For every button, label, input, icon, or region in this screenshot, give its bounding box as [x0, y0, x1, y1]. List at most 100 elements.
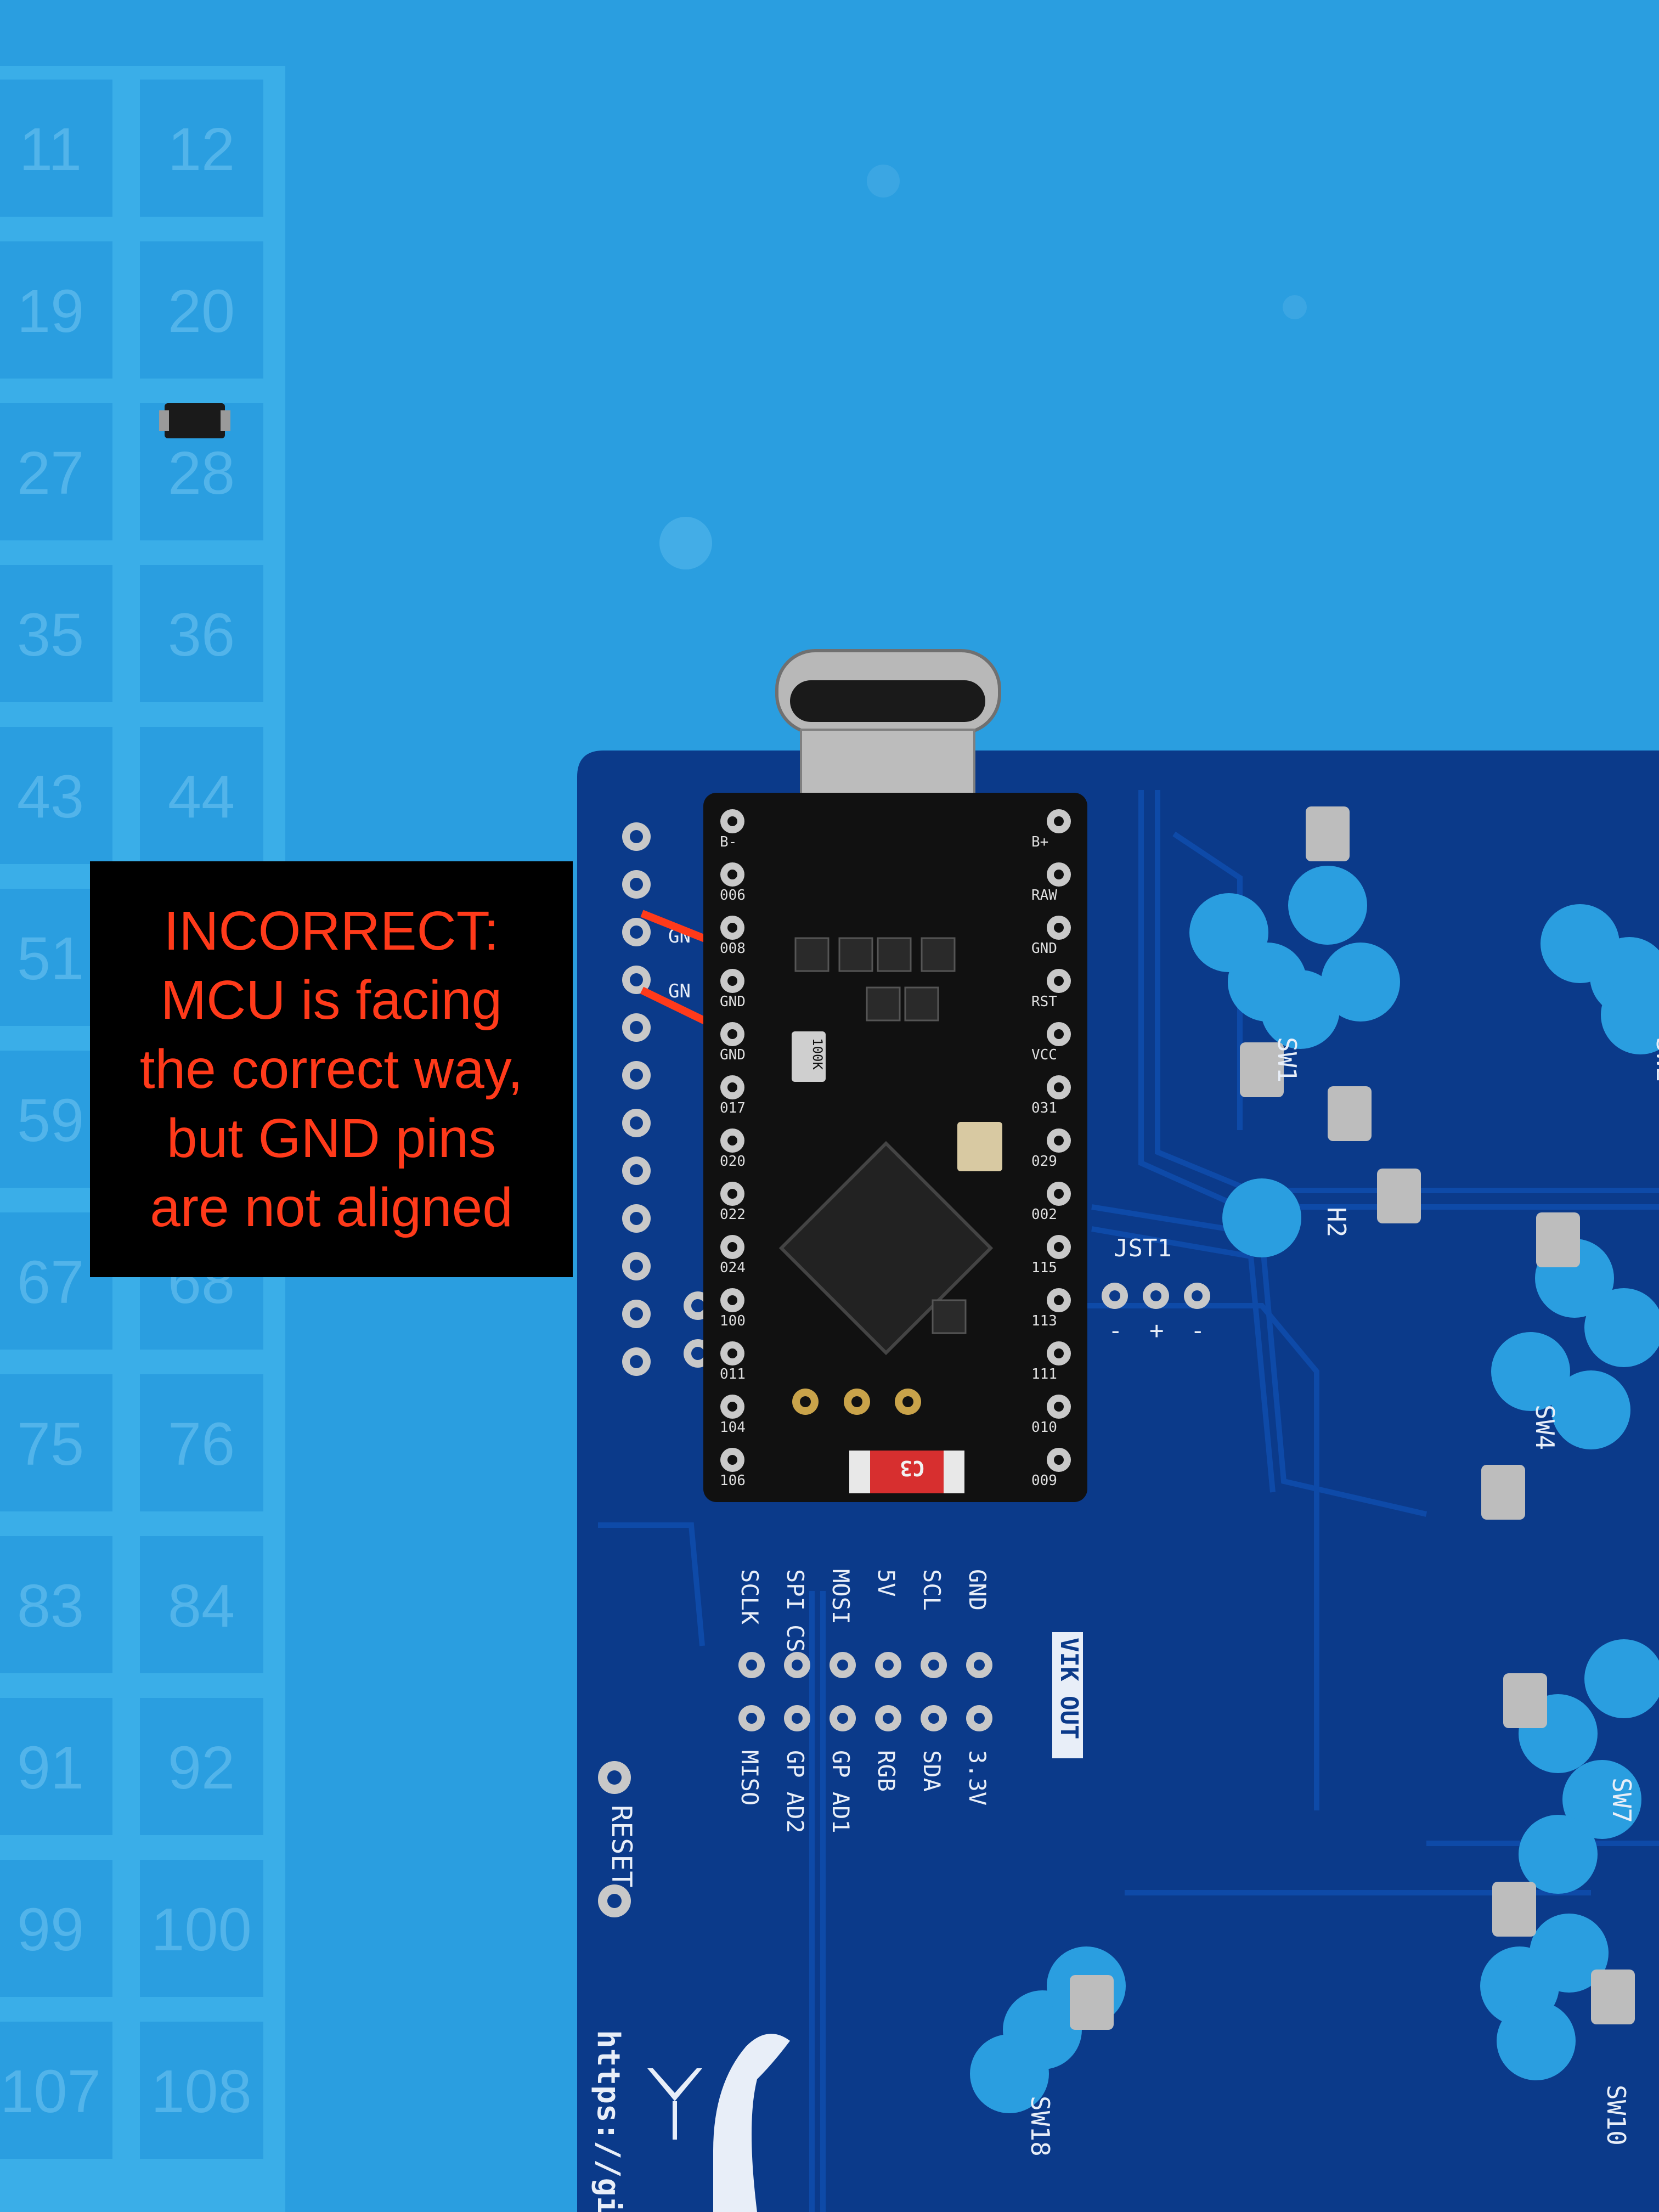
- grid-cell-number: 75: [17, 1410, 84, 1478]
- mcu-pin-label: 008: [720, 940, 746, 957]
- mat-speck: [867, 165, 900, 198]
- vik-pin-label: SCLK: [736, 1569, 763, 1625]
- annotation-callout: INCORRECT: MCU is facing the correct way…: [90, 861, 573, 1277]
- crystal: [957, 1122, 1002, 1171]
- grid-cell-number: 35: [17, 601, 84, 669]
- mcu-pin-label: 031: [1031, 1100, 1057, 1116]
- grid-cell-number: 76: [168, 1410, 235, 1478]
- jst-pin-label: +: [1149, 1317, 1164, 1345]
- switch-hole: [1491, 1332, 1570, 1411]
- callout-line: INCORRECT:: [163, 900, 499, 962]
- switch-label: SW18: [1025, 2096, 1055, 2157]
- loose-smd-diode: [159, 403, 230, 438]
- switch-pad: [1492, 1882, 1536, 1937]
- vik-pin-label: GP AD2: [782, 1750, 809, 1833]
- switch-pad: [1328, 1086, 1372, 1141]
- mcu-pin-label: 115: [1031, 1260, 1057, 1276]
- grid-cell-number: 99: [17, 1896, 84, 1963]
- grid-cell-number: 28: [168, 439, 235, 507]
- grid-cell-number: 19: [17, 278, 84, 345]
- switch-label: SW7: [1607, 1778, 1637, 1823]
- switch-pad: [1503, 1673, 1547, 1728]
- grid-cell-number: 91: [17, 1734, 84, 1802]
- switch-label: SW2: [1651, 1037, 1659, 1082]
- grid-cell-number: 84: [168, 1572, 235, 1640]
- mcu-pcb-body: [703, 793, 1087, 1502]
- grid-cell-number: 51: [17, 925, 84, 992]
- switch-pad: [1591, 1970, 1635, 2024]
- mcu-pin-label: 006: [720, 887, 746, 904]
- resistor-label: 100K: [810, 1038, 825, 1070]
- reset-label: RESET: [606, 1805, 637, 1888]
- vik-pin-label: SCL: [918, 1569, 945, 1611]
- vik-pin-label: SDA: [918, 1750, 945, 1792]
- mcu-pin-label: 011: [720, 1366, 746, 1383]
- switch-pad: [1377, 1169, 1421, 1223]
- vik-pin-label: MISO: [736, 1750, 763, 1805]
- grid-cell-number: 59: [17, 1087, 84, 1154]
- vik-pin-label: 3.3V: [964, 1750, 991, 1805]
- mcu-pin-label: GND: [720, 994, 746, 1010]
- mcu-pin-label: RST: [1031, 994, 1057, 1010]
- jst-label: JST1: [1114, 1234, 1172, 1262]
- switch-pad: [1306, 806, 1350, 861]
- mcu-pin-label: B-: [720, 834, 737, 850]
- switch-label: SW4: [1530, 1404, 1560, 1450]
- mcu-pin-label: GND: [720, 1047, 746, 1063]
- mcu-pin-label: 111: [1031, 1366, 1057, 1383]
- vik-pin-label: 5V: [873, 1569, 900, 1597]
- switch-label: SW10: [1601, 2085, 1631, 2146]
- grid-cell-number: 83: [17, 1572, 84, 1640]
- grid-cell-number: 43: [17, 763, 84, 831]
- callout-line: MCU is facing: [160, 969, 503, 1031]
- mcu-pin-label: 010: [1031, 1419, 1057, 1436]
- mcu-pin-label: 106: [720, 1472, 746, 1489]
- jst-pin-label: -: [1108, 1317, 1123, 1345]
- grid-cell-number: 44: [168, 763, 235, 831]
- vik-pin-label: GP AD1: [827, 1750, 854, 1833]
- callout-line: the correct way,: [139, 1039, 523, 1100]
- github-url: https://gith: [590, 2030, 626, 2212]
- vik-pin-label: GND: [964, 1569, 991, 1611]
- switch-hole: [1288, 866, 1367, 945]
- grid-cell-number: 12: [168, 116, 235, 183]
- vik-pin-label: SPI CS: [782, 1569, 809, 1652]
- switch-hole: [1541, 904, 1620, 983]
- mcu-pin-label: VCC: [1031, 1047, 1057, 1063]
- grid-cell-number: 100: [151, 1896, 252, 1963]
- grid-cell-number: 108: [151, 2058, 252, 2125]
- program-pads: [792, 1389, 921, 1415]
- switch-pad: [1070, 1975, 1114, 2030]
- mat-speck: [1283, 295, 1307, 319]
- vik-pin-label: RGB: [873, 1750, 900, 1792]
- switch-pad: [1481, 1465, 1525, 1520]
- switch-hole: [1497, 2001, 1576, 2080]
- side-gnd-label: GN: [668, 980, 691, 1002]
- grid-cell-number: 27: [17, 439, 84, 507]
- mcu-pin-label: 002: [1031, 1206, 1057, 1223]
- mcu-pin-label: 029: [1031, 1153, 1057, 1170]
- vik-pin-label: MOSI: [827, 1569, 854, 1624]
- grid-cell-number: 67: [17, 1249, 84, 1316]
- grid-cell-number: 36: [168, 601, 235, 669]
- capacitor-label: C3: [900, 1456, 925, 1480]
- grid-cell-number: 20: [168, 278, 235, 345]
- vik-header-label: VIK OUT: [1055, 1638, 1083, 1739]
- mcu-pin-label: B+: [1031, 834, 1048, 850]
- switch-label: SW1: [1272, 1037, 1302, 1082]
- switch-hole: [1222, 1178, 1301, 1257]
- switch-pad: [1536, 1212, 1580, 1267]
- mcu-pin-label: 022: [720, 1206, 746, 1223]
- mcu-pin-label: 020: [720, 1153, 746, 1170]
- mat-speck: [659, 517, 712, 569]
- mcu-pin-label: 113: [1031, 1313, 1057, 1329]
- grid-cell-number: 11: [19, 116, 82, 183]
- mcu-pin-label: 017: [720, 1100, 746, 1116]
- switch-hole: [1189, 893, 1268, 972]
- mcu-pin-label: 104: [720, 1419, 746, 1436]
- mcu-pin-label: 100: [720, 1313, 746, 1329]
- grid-cell-number: 107: [0, 2058, 101, 2125]
- switch-label: H2: [1322, 1207, 1351, 1237]
- mcu-pin-label: 024: [720, 1260, 746, 1276]
- mcu-pin-label: 009: [1031, 1472, 1057, 1489]
